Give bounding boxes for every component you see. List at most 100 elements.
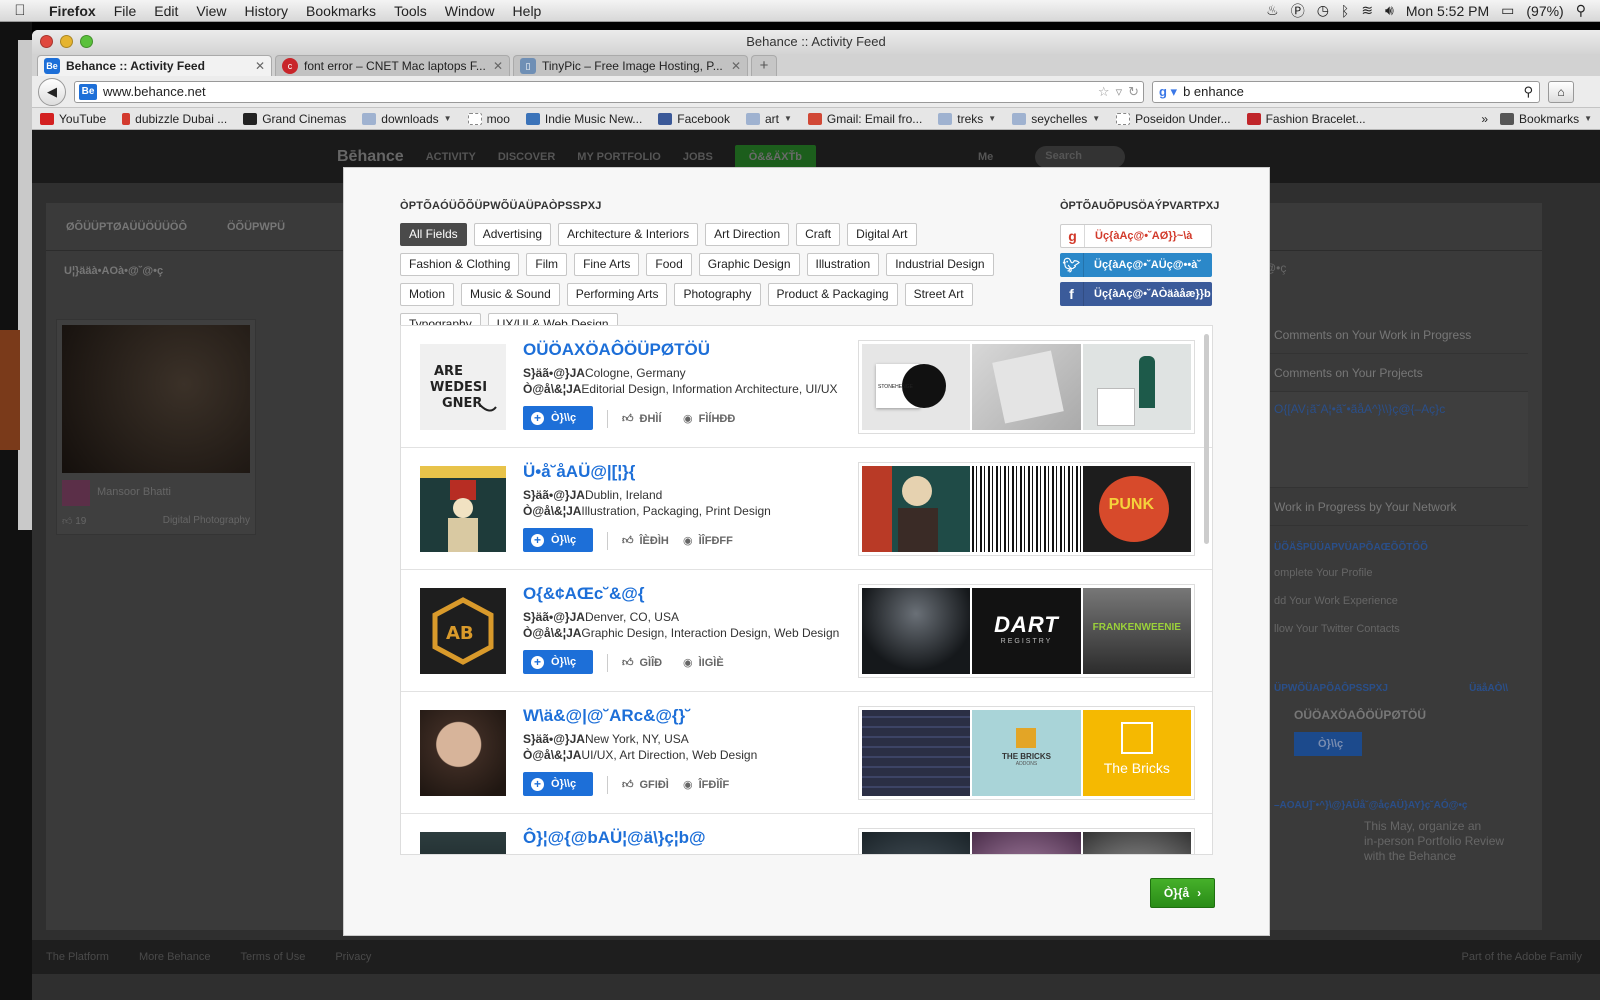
project-thumbnail[interactable] <box>862 710 971 796</box>
project-thumbnail[interactable] <box>1082 344 1191 430</box>
bookmark-folder-seychelles[interactable]: seychelles ▼ <box>1012 112 1100 126</box>
footer-privacy[interactable]: Privacy <box>335 951 371 963</box>
search-icon[interactable]: ⚲ <box>1523 84 1533 100</box>
filter-photography[interactable]: Photography <box>674 283 761 306</box>
menu-file[interactable]: File <box>105 3 146 19</box>
filter-architecture[interactable]: Architecture & Interiors <box>558 223 699 246</box>
filter-all-fields[interactable]: All Fields <box>400 223 467 246</box>
creative-name[interactable]: O{&¢AŒc˘&@{ <box>523 584 644 604</box>
minimize-window-button[interactable] <box>60 35 73 48</box>
bookmark-facebook[interactable]: Facebook <box>658 112 730 126</box>
creative-name[interactable]: W\ä&@|@˘ARc&@{}˘ <box>523 706 691 726</box>
project-thumbnail[interactable] <box>972 466 1081 552</box>
project-cover-image[interactable] <box>62 325 250 473</box>
card-field[interactable]: Digital Photography <box>163 515 250 527</box>
notif-wip-network[interactable]: Work in Progress by Your Network <box>1258 488 1528 526</box>
nav-my-portfolio[interactable]: MY PORTFOLIO <box>577 151 661 163</box>
battery-icon[interactable]: ▭ <box>1501 2 1514 19</box>
menu-tools[interactable]: Tools <box>385 3 436 19</box>
bookmarks-overflow-icon[interactable]: » <box>1481 112 1488 126</box>
clock[interactable]: Mon 5:52 PM <box>1406 3 1489 19</box>
menu-help[interactable]: Help <box>504 3 551 19</box>
bookmark-fashion-bracelet[interactable]: Fashion Bracelet... <box>1246 112 1366 126</box>
filter-motion[interactable]: Motion <box>400 283 455 306</box>
facebook-connect-button[interactable]: f Üç{àAç@•˘AÒäàåæ}}b <box>1060 282 1212 306</box>
filter-advertising[interactable]: Advertising <box>473 223 552 246</box>
home-button[interactable]: ⌂ <box>1548 80 1574 103</box>
filter-art-direction[interactable]: Art Direction <box>705 223 790 246</box>
notif-comments-projects[interactable]: Comments on Your Projects <box>1258 354 1528 392</box>
creative-avatar[interactable] <box>420 832 506 854</box>
behance-search-input[interactable]: Search <box>1035 145 1126 168</box>
menu-view[interactable]: View <box>187 3 235 19</box>
review-heading[interactable]: –AOAU]˘•^}\@}AÜå˘@åçAÜ}AY}ç˘AÓ@•ç <box>1258 784 1528 819</box>
project-thumbnail[interactable]: The Bricks <box>1082 710 1191 796</box>
tab-close-icon[interactable]: ✕ <box>493 59 503 73</box>
suggested-user-name[interactable]: OÜÖAXÖAÔÖÜPØTÖÜ <box>1258 702 1528 732</box>
search-bar[interactable]: g ▾ b enhance ⚲ <box>1152 80 1540 103</box>
twitter-connect-button[interactable]: 🐦︎ Üç{àAç@•˘AÜç@••à˘ <box>1060 253 1212 277</box>
filter-food[interactable]: Food <box>646 253 692 276</box>
tab-tinypic[interactable]: ▯ TinyPic – Free Image Hosting, P... ✕ <box>513 55 748 76</box>
search-input[interactable]: b enhance <box>1183 84 1244 99</box>
project-thumbnail[interactable]: FRANKENWEENIE <box>1082 588 1191 674</box>
project-thumbnail[interactable] <box>862 466 971 552</box>
menu-edit[interactable]: Edit <box>145 3 187 19</box>
project-thumbnail[interactable] <box>862 588 971 674</box>
project-thumbnail[interactable] <box>862 832 971 854</box>
google-search-engine-icon[interactable]: g ▾ <box>1159 84 1177 100</box>
bookmark-moo[interactable]: moo <box>467 112 510 126</box>
creative-avatar[interactable] <box>420 466 506 552</box>
menu-history[interactable]: History <box>235 3 297 19</box>
follow-button[interactable]: + Ò}\\ç <box>523 528 593 552</box>
filter-fine-arts[interactable]: Fine Arts <box>574 253 640 276</box>
me-menu[interactable]: Me <box>978 151 993 163</box>
add-work-button[interactable]: Ò&&ÄXŤb <box>734 144 816 169</box>
bookmark-indie-music[interactable]: Indie Music New... <box>525 112 642 126</box>
footer-more-behance[interactable]: More Behance <box>139 951 211 963</box>
google-connect-button[interactable]: g Üç{àAç@•˘AØ}}~\à <box>1060 224 1212 248</box>
bookmark-folder-downloads[interactable]: downloads ▼ <box>362 112 452 126</box>
url-text[interactable]: www.behance.net <box>103 84 206 99</box>
bookmark-poseidon[interactable]: Poseidon Under... <box>1116 112 1231 126</box>
subtab-2[interactable]: ÖÕÜPWPÜ <box>227 221 285 233</box>
follow-button[interactable]: + Ò}\\ç <box>523 650 593 674</box>
wifi-icon[interactable]: ≋ <box>1361 2 1373 19</box>
nav-jobs[interactable]: JOBS <box>683 151 713 163</box>
follow-section-more-link[interactable]: ÜäåAÒ\\ <box>1469 683 1508 694</box>
filter-music-sound[interactable]: Music & Sound <box>461 283 560 306</box>
nav-discover[interactable]: DISCOVER <box>498 151 555 163</box>
bookmark-folder-art[interactable]: art ▼ <box>745 112 792 126</box>
reload-icon[interactable]: ↻ <box>1128 84 1139 100</box>
filter-illustration[interactable]: Illustration <box>806 253 880 276</box>
project-thumbnail[interactable]: STONEHENGE <box>862 344 971 430</box>
project-thumbnail[interactable] <box>972 832 1081 854</box>
back-button[interactable]: ◀ <box>38 77 66 106</box>
bookmark-star-icon[interactable]: ☆ <box>1098 84 1110 100</box>
bookmark-folder-treks[interactable]: treks ▼ <box>938 112 996 126</box>
url-bar[interactable]: Be www.behance.net ☆ ▿ ↻ <box>74 80 1144 103</box>
tab-close-icon[interactable]: ✕ <box>731 59 741 73</box>
project-card[interactable]: Mansoor Bhatti 👍︎ 19 Digital Photography <box>56 319 256 535</box>
behance-logo[interactable]: Bēhance <box>337 148 404 166</box>
footer-platform[interactable]: The Platform <box>46 951 109 963</box>
todo-work-experience[interactable]: dd Your Work Experience <box>1258 589 1528 617</box>
spotlight-icon[interactable]: ⚲ <box>1576 2 1586 19</box>
volume-icon[interactable]: 🔊︎ <box>1385 2 1394 19</box>
status-paypal-icon[interactable]: Ⓟ <box>1291 1 1305 21</box>
filter-digital-art[interactable]: Digital Art <box>847 223 917 246</box>
tab-close-icon[interactable]: ✕ <box>255 59 265 73</box>
status-flame-icon[interactable]: ♨ <box>1266 2 1279 19</box>
menu-bookmarks[interactable]: Bookmarks <box>297 3 385 19</box>
bookmark-gmail[interactable]: Gmail: Email fro... <box>807 112 922 126</box>
card-owner-name[interactable]: Mansoor Bhatti <box>97 486 171 498</box>
tab-behance[interactable]: Be Behance :: Activity Feed ✕ <box>37 55 272 76</box>
creative-avatar[interactable]: ARE WEDESI GNER <box>420 344 506 430</box>
filter-fashion[interactable]: Fashion & Clothing <box>400 253 520 276</box>
menu-app-firefox[interactable]: Firefox <box>40 3 105 19</box>
todo-twitter-contacts[interactable]: llow Your Twitter Contacts <box>1258 617 1528 645</box>
subtab-1[interactable]: ØÕÜÜPTØAÜÜÖÜÜÖÔ <box>66 221 187 233</box>
filter-street-art[interactable]: Street Art <box>904 283 973 306</box>
site-identity-icon[interactable]: Be <box>79 83 97 100</box>
tab-cnet[interactable]: c font error – CNET Mac laptops F... ✕ <box>275 55 510 76</box>
